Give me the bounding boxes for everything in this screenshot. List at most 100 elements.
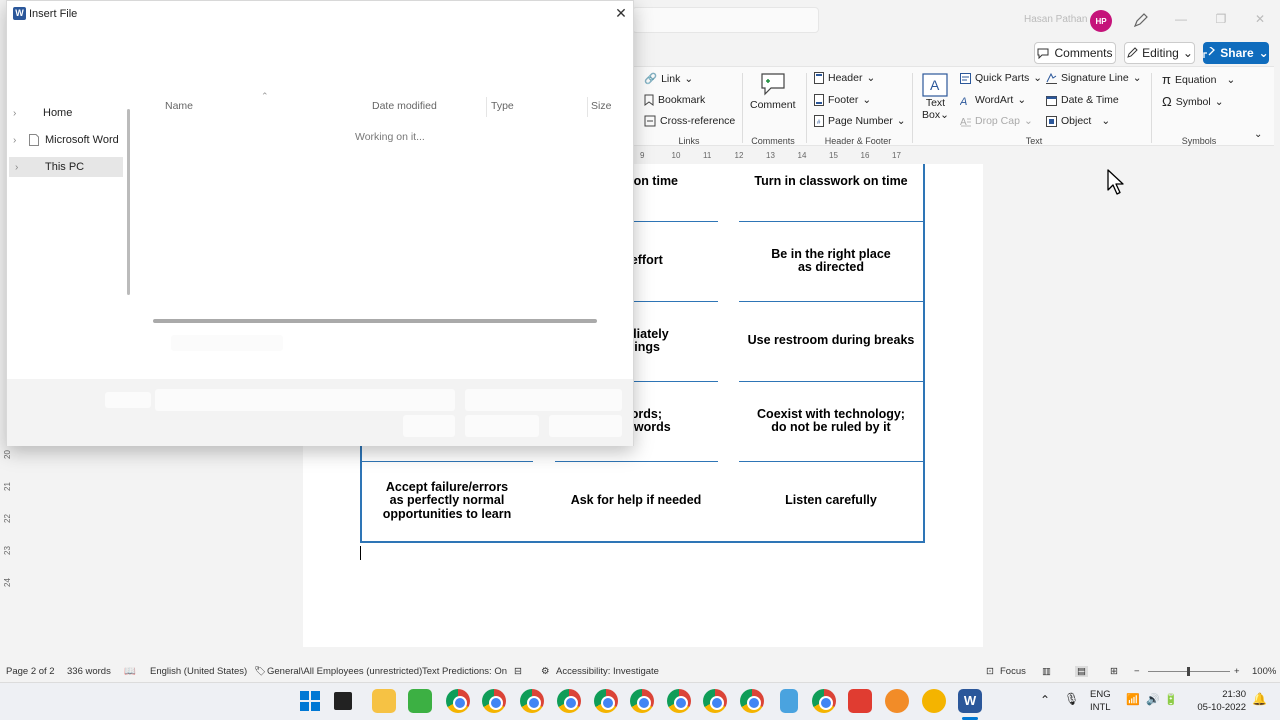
wifi-icon[interactable]: 📶 <box>1126 693 1140 706</box>
table-cell[interactable]: Listen carefully <box>741 494 921 508</box>
search-box[interactable] <box>632 7 819 33</box>
close-icon[interactable]: ✕ <box>613 5 629 21</box>
chrome-icon[interactable] <box>703 689 727 713</box>
equation-button[interactable]: π Equation ⌄ <box>1162 72 1235 87</box>
column-size[interactable]: Size <box>591 100 611 112</box>
chrome-icon[interactable] <box>557 689 581 713</box>
language[interactable]: English (United States) <box>150 666 247 677</box>
app-icon[interactable] <box>922 689 946 713</box>
vertical-ruler[interactable]: 20 21 22 23 24 <box>0 440 16 660</box>
header-button[interactable]: Header ⌄ <box>814 72 875 84</box>
chrome-icon[interactable] <box>812 689 836 713</box>
accessibility-status[interactable]: Accessibility: Investigate <box>556 666 659 677</box>
link-icon: 🔗 <box>644 73 658 85</box>
table-cell[interactable]: Ask for help if needed <box>546 494 726 508</box>
zoom-out-button[interactable]: − <box>1134 666 1140 677</box>
pen-icon[interactable] <box>1132 11 1150 29</box>
zoom-in-button[interactable]: + <box>1234 666 1240 677</box>
windows-start-icon[interactable] <box>300 691 320 714</box>
notepad-icon[interactable] <box>780 689 798 713</box>
zoom-slider-thumb[interactable] <box>1187 667 1190 676</box>
loading-status: Working on it... <box>355 131 425 143</box>
file-type-select[interactable] <box>465 389 622 411</box>
notification-bell-icon[interactable]: 🔔 <box>1252 692 1267 706</box>
cancel-button[interactable] <box>549 415 622 437</box>
comment-button[interactable]: Comment <box>750 71 796 111</box>
ribbon-expand-icon[interactable]: ⌄ <box>1254 129 1262 140</box>
page-count[interactable]: Page 2 of 2 <box>6 666 55 677</box>
volume-icon[interactable]: 🔊 <box>1146 693 1160 706</box>
chrome-icon[interactable] <box>667 689 691 713</box>
camtasia-rec-icon[interactable] <box>848 689 872 713</box>
word-taskbar-icon[interactable]: W <box>958 689 982 713</box>
nav-item-this-pc[interactable]: › This PC <box>9 157 123 177</box>
avatar[interactable]: HP <box>1090 10 1112 32</box>
microphone-icon[interactable]: 🎙 <box>1064 692 1079 706</box>
table-cell[interactable]: Coexist with technology; do not be ruled… <box>739 407 924 435</box>
focus-button[interactable]: Focus <box>1000 666 1026 677</box>
table-cell[interactable]: Be in the right place as directed <box>739 247 924 275</box>
file-explorer-icon[interactable] <box>372 689 396 713</box>
minimize-icon[interactable]: — <box>1174 12 1188 26</box>
table-cell[interactable]: Turn in classwork on time <box>739 174 924 189</box>
chrome-icon[interactable] <box>482 689 506 713</box>
cross-reference-button[interactable]: Cross-reference <box>644 115 735 127</box>
bookmark-button[interactable]: Bookmark <box>644 94 705 106</box>
table-cell[interactable]: Accept failure/errors as perfectly norma… <box>357 480 537 522</box>
close-icon[interactable]: ✕ <box>1253 12 1267 26</box>
camtasia-icon[interactable] <box>408 689 432 713</box>
chrome-icon[interactable] <box>594 689 618 713</box>
comments-button[interactable]: Comments <box>1034 42 1116 64</box>
date-time-button[interactable]: Date & Time <box>1046 94 1119 106</box>
word-count[interactable]: 336 words <box>67 666 111 677</box>
link-button[interactable]: 🔗 Link ⌄ <box>644 72 693 86</box>
text-predictions[interactable]: Text Predictions: On <box>422 666 507 677</box>
column-type[interactable]: Type <box>491 100 514 112</box>
chrome-icon[interactable] <box>446 689 470 713</box>
ruler-mark: 17 <box>892 151 901 160</box>
horizontal-scrollbar[interactable] <box>153 319 597 323</box>
clock[interactable]: 21:30 05-10-2022 <box>1194 688 1246 714</box>
signature-icon <box>1046 72 1057 84</box>
page-number-button[interactable]: # Page Number ⌄ <box>814 115 906 127</box>
column-name[interactable]: Name <box>165 100 193 112</box>
battery-icon[interactable]: 🔋 <box>1164 693 1178 706</box>
sensitivity-label[interactable]: General\All Employees (unrestricted) <box>267 666 422 677</box>
chrome-icon[interactable] <box>520 689 544 713</box>
signature-line-button[interactable]: Signature Line ⌄ <box>1046 72 1142 84</box>
editing-button[interactable]: Editing ⌄ <box>1124 42 1195 64</box>
drop-cap-button[interactable]: A Drop Cap ⌄ <box>960 115 1033 127</box>
language-indicator[interactable]: ENG INTL <box>1090 688 1111 714</box>
task-view-icon[interactable] <box>334 692 352 710</box>
read-mode-icon[interactable]: ▥ <box>1042 666 1051 677</box>
tools-button[interactable] <box>403 415 455 437</box>
zoom-level[interactable]: 100% <box>1252 666 1276 677</box>
symbol-button[interactable]: Ω Symbol ⌄ <box>1162 94 1224 109</box>
vlc-icon[interactable] <box>885 689 909 713</box>
web-layout-icon[interactable]: ⊞ <box>1110 666 1118 677</box>
file-name-input[interactable] <box>155 389 455 411</box>
macro-icon[interactable]: ⊟ <box>514 666 522 677</box>
omega-icon: Ω <box>1162 94 1172 109</box>
chevron-up-icon[interactable]: ⌃ <box>1040 693 1050 707</box>
chrome-icon[interactable] <box>740 689 764 713</box>
file-name-label-placeholder <box>171 335 283 351</box>
nav-item-microsoft-word[interactable]: › Microsoft Word <box>7 130 123 150</box>
footer-button[interactable]: Footer ⌄ <box>814 94 871 106</box>
table-cell[interactable]: Use restroom during breaks <box>739 334 924 348</box>
horizontal-ruler[interactable]: 9 10 11 12 13 14 15 16 17 <box>634 148 979 164</box>
restore-icon[interactable]: ❐ <box>1214 12 1228 26</box>
share-button[interactable]: Share ⌄ <box>1203 42 1269 64</box>
print-layout-icon[interactable]: ▤ <box>1075 666 1088 677</box>
nav-item-home[interactable]: › Home <box>7 103 123 123</box>
text-box-button[interactable]: A Text Box⌄ <box>922 73 949 121</box>
wordart-button[interactable]: A WordArt ⌄ <box>960 94 1026 106</box>
insert-button[interactable] <box>465 415 539 437</box>
chrome-icon[interactable] <box>630 689 654 713</box>
proofing-icon[interactable]: 📖 <box>124 666 136 677</box>
object-button[interactable]: Object ⌄ <box>1046 115 1110 127</box>
nav-scrollbar[interactable] <box>127 109 130 295</box>
comment-icon <box>1037 48 1049 59</box>
column-date-modified[interactable]: Date modified <box>372 100 437 112</box>
quick-parts-button[interactable]: Quick Parts ⌄ <box>960 72 1042 84</box>
